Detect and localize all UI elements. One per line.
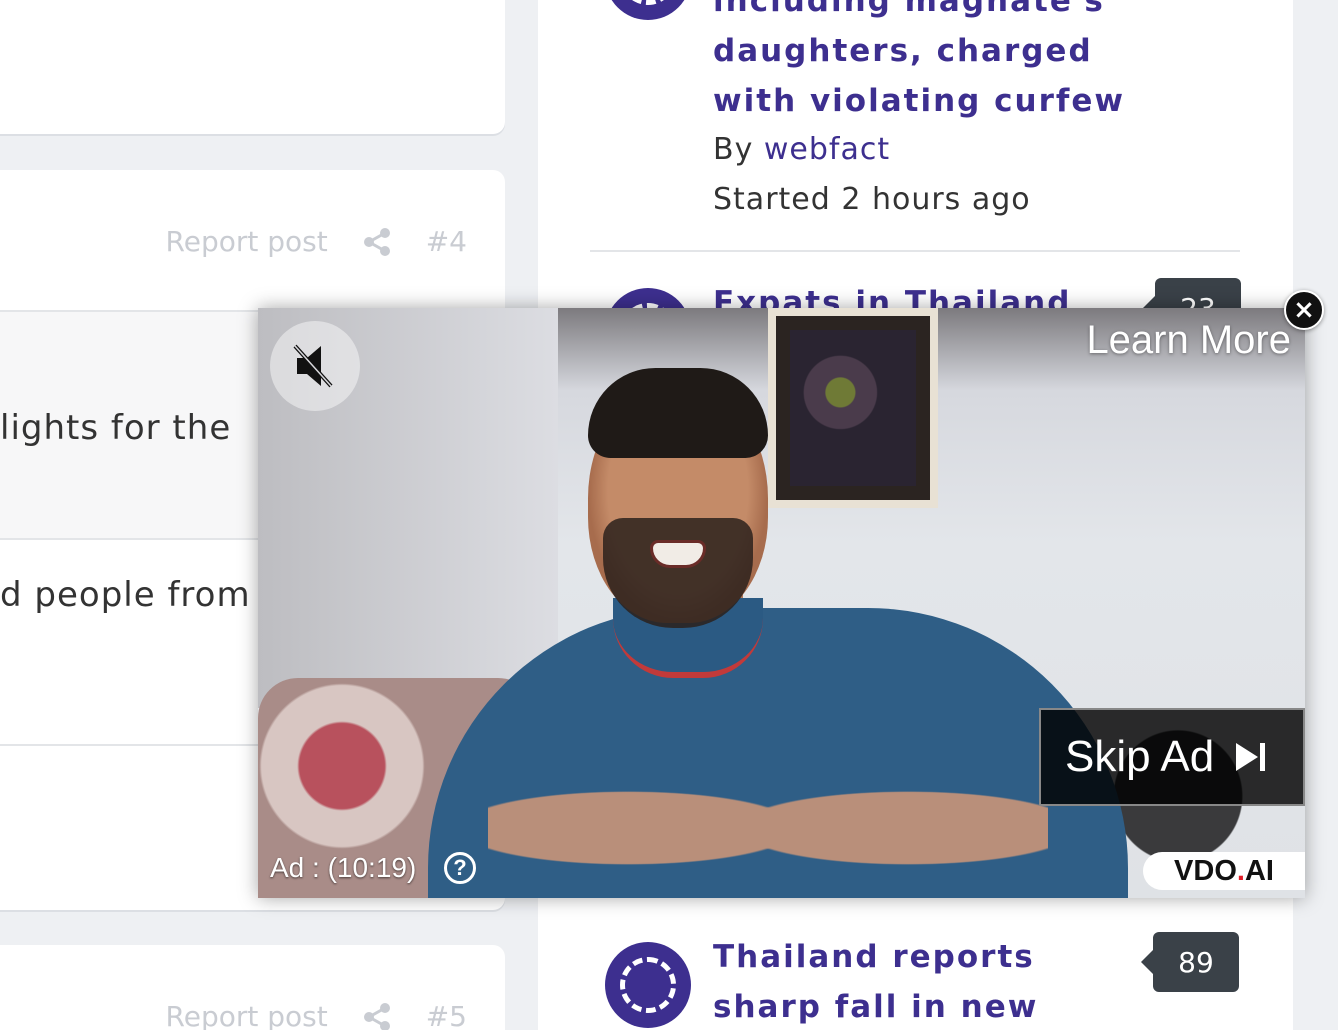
skip-ad-button[interactable]: Skip Ad [1039,708,1305,806]
topic-started: Started 2 hours ago [713,182,1031,217]
avatar[interactable] [605,942,691,1028]
divider [590,250,1240,252]
topic-title[interactable]: Thailand reports sharp fall in new [713,932,1038,1030]
report-post-link[interactable]: Report post [166,225,328,258]
share-icon[interactable] [362,1002,392,1030]
post-card-5: Report post #5 [0,945,505,1030]
author-link[interactable]: webfact [764,132,890,167]
skip-next-icon [1236,743,1266,771]
ad-video-frame [258,308,1305,898]
learn-more-link[interactable]: Learn More [1086,318,1291,363]
help-icon[interactable]: ? [444,852,476,884]
share-icon[interactable] [362,227,392,257]
post-number[interactable]: #4 [426,225,467,258]
close-ad-button[interactable]: × [1284,290,1324,330]
ad-countdown: Ad : (10:19) [270,852,417,883]
report-post-link[interactable]: Report post [166,1000,328,1030]
topic-author: By webfact [713,132,891,167]
post-tools: Report post #5 [166,1000,467,1030]
post-number[interactable]: #5 [426,1000,467,1030]
post-text-line: lights for the [0,408,232,448]
topic-title[interactable]: including magnate's daughters, charged w… [713,0,1125,126]
post-tools: Report post #4 [166,225,467,258]
video-ad-player[interactable]: Learn More Skip Ad Ad : (10:19) ? VDO. AI [258,308,1305,898]
reply-count-badge: 89 [1141,932,1239,992]
speaker-muted-icon [293,344,333,388]
post-text-line: d people from [0,575,251,615]
vdo-ai-logo[interactable]: VDO. AI [1143,852,1305,890]
skip-ad-label: Skip Ad [1065,732,1215,781]
post-card-3 [0,0,505,134]
mute-button[interactable] [270,321,360,411]
avatar[interactable] [605,0,691,20]
